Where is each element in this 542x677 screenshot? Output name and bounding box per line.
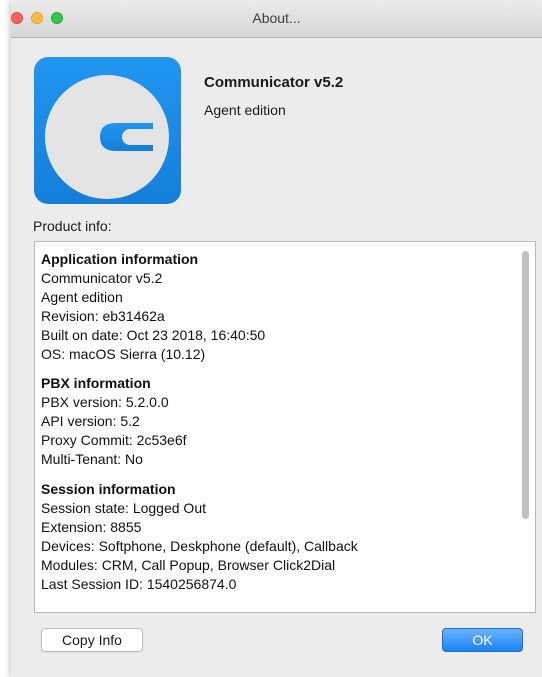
info-line: Revision: eb31462a — [41, 307, 165, 324]
info-section: Session information Session state: Logged… — [41, 480, 515, 593]
copy-info-button[interactable]: Copy Info — [41, 628, 143, 652]
info-section-title: PBX information — [41, 375, 151, 392]
window-title: About... — [252, 10, 301, 26]
app-name: Communicator v5.2 — [204, 74, 344, 91]
product-info-content: Application information Communicator v5.2… — [41, 250, 515, 604]
about-window: About... Communicator v5.2 Agent edition… — [11, 0, 542, 677]
info-section-title: Session information — [41, 480, 176, 497]
info-line: Agent edition — [41, 288, 123, 305]
info-line: OS: macOS Sierra (10.12) — [41, 345, 206, 362]
info-line: Session state: Logged Out — [41, 499, 206, 516]
ok-button[interactable]: OK — [442, 628, 523, 652]
info-line: API version: 5.2 — [41, 413, 140, 430]
info-line: Communicator v5.2 — [41, 269, 163, 286]
title-bar[interactable]: About... — [11, 0, 542, 38]
scrollbar-thumb[interactable] — [522, 251, 529, 519]
info-line: Modules: CRM, Call Popup, Browser Click2… — [41, 556, 336, 573]
info-section: PBX information PBX version: 5.2.0.0 API v… — [41, 374, 515, 469]
info-line: Multi-Tenant: No — [41, 451, 143, 468]
product-info-textbox[interactable]: Application information Communicator v5.2… — [34, 241, 536, 613]
communicator-logo-icon — [34, 57, 181, 204]
info-line: PBX version: 5.2.0.0 — [41, 394, 169, 411]
info-line: Devices: Softphone, Deskphone (default),… — [41, 537, 358, 554]
info-line: Last Session ID: 1540256874.0 — [41, 575, 237, 592]
product-info-label: Product info: — [33, 218, 112, 234]
app-edition: Agent edition — [204, 102, 286, 118]
info-section: Application information Communicator v5.2… — [41, 250, 515, 363]
info-line: Extension: 8855 — [41, 518, 142, 535]
info-line: Proxy Commit: 2c53e6f — [41, 432, 187, 449]
info-line: Built on date: Oct 23 2018, 16:40:50 — [41, 326, 266, 343]
info-section-title: Application information — [41, 251, 199, 267]
